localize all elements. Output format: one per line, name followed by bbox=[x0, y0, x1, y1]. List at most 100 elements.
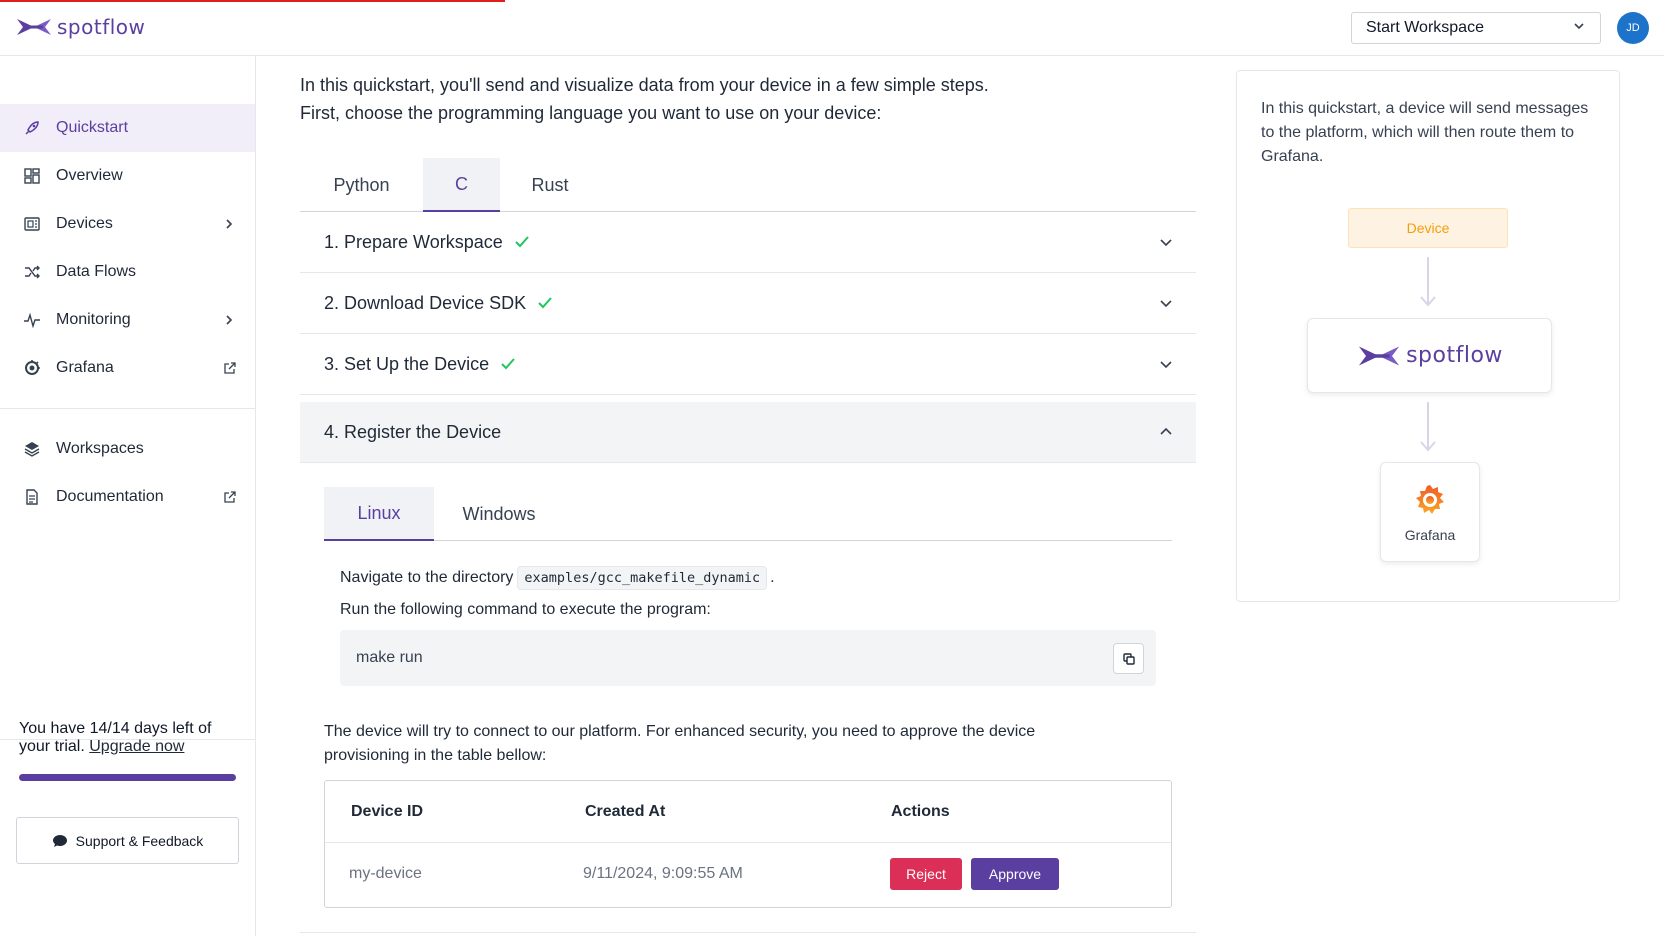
tab-rust[interactable]: Rust bbox=[500, 158, 600, 212]
document-icon bbox=[22, 487, 42, 507]
tab-windows[interactable]: Windows bbox=[434, 487, 564, 541]
step-label: 2. Download Device SDK bbox=[324, 292, 527, 313]
sidebar: Quickstart Overview Devices Data Flows M… bbox=[0, 56, 256, 936]
language-tabs: Python C Rust bbox=[300, 158, 1196, 212]
run-instruction: Run the following command to execute the… bbox=[340, 601, 711, 618]
sidebar-item-data-flows[interactable]: Data Flows bbox=[0, 248, 255, 296]
period-text: . bbox=[770, 569, 775, 586]
sidebar-item-label: Grafana bbox=[56, 359, 114, 376]
info-text: In this quickstart, a device will send m… bbox=[1261, 100, 1589, 165]
check-icon bbox=[499, 355, 517, 373]
check-icon bbox=[513, 233, 531, 251]
step-set-up-device[interactable]: 3. Set Up the Device bbox=[300, 334, 1196, 395]
command-text: make run bbox=[356, 649, 423, 666]
arrow-down-icon bbox=[1418, 257, 1438, 309]
step-prepare-workspace[interactable]: 1. Prepare Workspace bbox=[300, 212, 1196, 273]
layers-icon bbox=[22, 439, 42, 459]
navigate-text: Navigate to the directory bbox=[340, 569, 514, 586]
sidebar-item-devices[interactable]: Devices bbox=[0, 200, 255, 248]
sidebar-item-label: Overview bbox=[56, 167, 123, 184]
chevron-down-icon bbox=[1158, 234, 1174, 250]
sidebar-item-label: Devices bbox=[56, 215, 113, 232]
support-feedback-button[interactable]: Support & Feedback bbox=[16, 817, 239, 864]
chevron-right-icon bbox=[221, 216, 237, 232]
check-icon bbox=[536, 294, 554, 312]
trial-progress-bar bbox=[19, 774, 236, 781]
quickstart-info-panel: In this quickstart, a device will send m… bbox=[1236, 70, 1620, 602]
chevron-down-icon bbox=[1158, 295, 1174, 311]
section-divider bbox=[300, 932, 1196, 933]
sidebar-item-workspaces[interactable]: Workspaces bbox=[0, 425, 255, 473]
grafana-icon bbox=[22, 358, 42, 378]
tab-python[interactable]: Python bbox=[300, 158, 423, 212]
chevron-down-icon bbox=[1158, 356, 1174, 372]
reject-button[interactable]: Reject bbox=[890, 858, 962, 890]
chat-bubble-icon bbox=[52, 833, 68, 849]
navigate-instruction: Navigate to the directory examples/gcc_m… bbox=[340, 566, 775, 590]
step-label: 1. Prepare Workspace bbox=[324, 231, 503, 252]
grafana-node-label: Grafana bbox=[1404, 527, 1456, 543]
spotflow-logo[interactable]: spotflow bbox=[15, 15, 145, 39]
created-at-cell: 9/11/2024, 9:09:55 AM bbox=[583, 865, 743, 882]
spotflow-logo-icon bbox=[1358, 346, 1400, 365]
tab-linux[interactable]: Linux bbox=[324, 487, 434, 541]
diagram-node-grafana: Grafana bbox=[1380, 462, 1480, 562]
device-icon bbox=[22, 214, 42, 234]
trial-notice: You have 14/14 days left of your trial. … bbox=[19, 720, 239, 756]
chevron-down-icon bbox=[1572, 19, 1586, 38]
loading-progress-bar bbox=[0, 0, 505, 2]
approve-instruction: The device will try to connect to our pl… bbox=[324, 723, 1036, 764]
support-feedback-label: Support & Feedback bbox=[75, 832, 204, 849]
sidebar-item-label: Quickstart bbox=[56, 119, 129, 136]
grafana-logo-icon bbox=[1410, 481, 1450, 521]
step-label: 3. Set Up the Device bbox=[324, 353, 490, 374]
grid-icon bbox=[22, 166, 42, 186]
sidebar-item-label: Workspaces bbox=[56, 440, 144, 457]
column-header-actions: Actions bbox=[891, 803, 950, 820]
workspace-select-value: Start Workspace bbox=[1366, 19, 1484, 36]
step-label: 4. Register the Device bbox=[324, 421, 502, 442]
pulse-icon bbox=[22, 310, 42, 330]
logo-text: spotflow bbox=[57, 15, 146, 39]
workspace-select[interactable]: Start Workspace bbox=[1351, 12, 1601, 44]
sidebar-item-label: Monitoring bbox=[56, 311, 131, 328]
sidebar-item-grafana[interactable]: Grafana bbox=[0, 344, 255, 392]
column-header-created-at: Created At bbox=[585, 803, 666, 820]
top-header: spotflow Start Workspace JD bbox=[0, 0, 1664, 56]
approve-button[interactable]: Approve bbox=[971, 858, 1059, 890]
intro-line-1: In this quickstart, you'll send and visu… bbox=[300, 75, 989, 95]
spotflow-node-label: spotflow bbox=[1406, 343, 1503, 368]
sidebar-item-monitoring[interactable]: Monitoring bbox=[0, 296, 255, 344]
spotflow-logo-icon bbox=[17, 19, 51, 35]
step-download-sdk[interactable]: 2. Download Device SDK bbox=[300, 273, 1196, 334]
intro-line-2: First, choose the programming language y… bbox=[300, 103, 882, 123]
copy-icon bbox=[1122, 652, 1136, 666]
column-header-device-id: Device ID bbox=[351, 803, 424, 820]
external-link-icon bbox=[221, 360, 237, 376]
tab-c[interactable]: C bbox=[423, 158, 500, 212]
command-code-block: make run bbox=[340, 630, 1156, 686]
directory-code: examples/gcc_makefile_dynamic bbox=[517, 566, 768, 590]
sidebar-divider bbox=[0, 408, 255, 409]
copy-button[interactable] bbox=[1113, 643, 1144, 674]
step-register-device[interactable]: 4. Register the Device bbox=[300, 402, 1196, 463]
rocket-icon bbox=[22, 118, 42, 138]
arrow-down-icon bbox=[1418, 402, 1438, 454]
device-id-cell: my-device bbox=[349, 865, 422, 882]
sidebar-item-label: Documentation bbox=[56, 488, 164, 505]
chevron-right-icon bbox=[221, 312, 237, 328]
table-header-divider bbox=[325, 842, 1171, 843]
sidebar-item-documentation[interactable]: Documentation bbox=[0, 473, 255, 521]
external-link-icon bbox=[221, 489, 237, 505]
upgrade-link[interactable]: Upgrade now bbox=[89, 738, 184, 755]
shuffle-icon bbox=[22, 262, 42, 282]
sidebar-item-overview[interactable]: Overview bbox=[0, 152, 255, 200]
os-tabs: Linux Windows bbox=[324, 487, 1172, 541]
sidebar-item-label: Data Flows bbox=[56, 263, 137, 280]
diagram-node-spotflow: spotflow bbox=[1307, 318, 1552, 393]
chevron-up-icon bbox=[1158, 424, 1174, 440]
sidebar-item-quickstart[interactable]: Quickstart bbox=[0, 104, 255, 152]
user-avatar[interactable]: JD bbox=[1617, 12, 1649, 44]
device-provisioning-table: Device ID Created At Actions my-device 9… bbox=[324, 780, 1172, 908]
diagram-node-device: Device bbox=[1348, 208, 1508, 248]
